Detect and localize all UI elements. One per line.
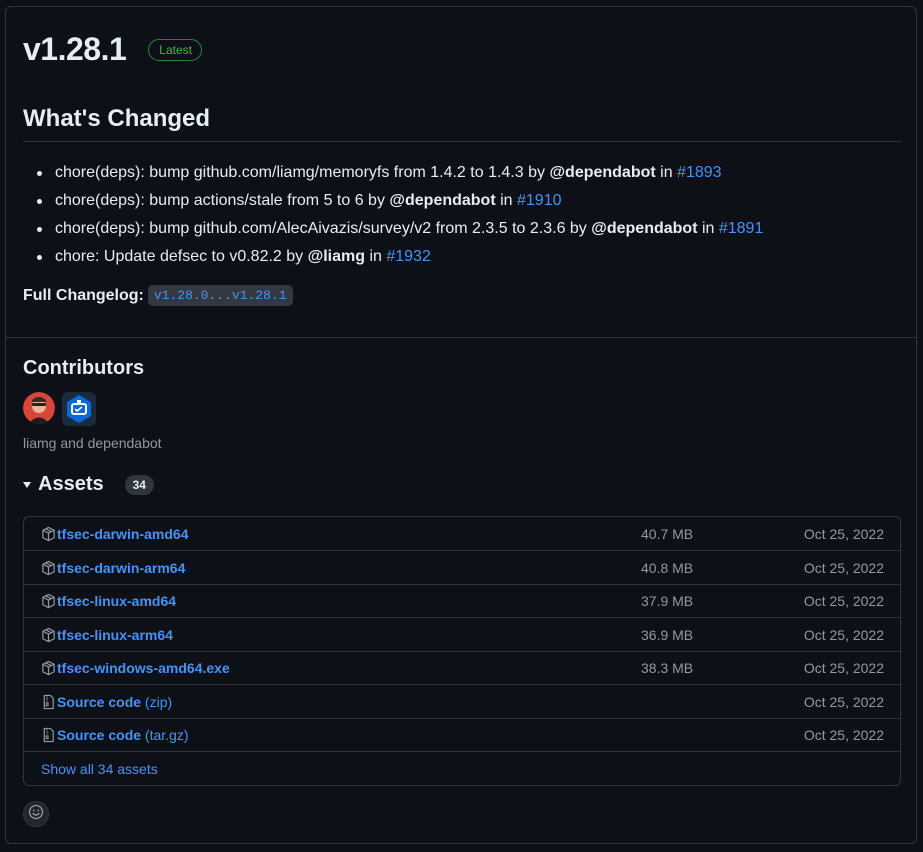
package-icon — [41, 526, 56, 542]
change-text: chore(deps): bump github.com/AlecAivazis… — [55, 220, 592, 237]
asset-date: Oct 25, 2022 — [803, 525, 884, 542]
author-mention[interactable]: @dependabot — [591, 220, 697, 237]
release-title[interactable]: v1.28.1 — [23, 31, 127, 68]
pr-link[interactable]: #1932 — [386, 248, 431, 265]
asset-link[interactable]: tfsec-linux-amd64 — [57, 593, 176, 609]
contributors-heading: Contributors — [23, 357, 145, 379]
asset-date: Oct 25, 2022 — [803, 726, 884, 743]
changelog-compare-link[interactable]: v1.28.0...v1.28.1 — [147, 285, 293, 306]
assets-list: tfsec-darwin-amd64 40.7 MB Oct 25, 2022 … — [23, 516, 901, 786]
change-in: in — [697, 220, 719, 237]
package-icon — [41, 660, 56, 676]
table-row: tfsec-darwin-amd64 40.7 MB Oct 25, 2022 — [24, 517, 900, 551]
avatar-dependabot[interactable] — [62, 392, 96, 426]
asset-link[interactable]: tfsec-linux-arm64 — [57, 627, 173, 643]
assets-count-badge: 34 — [124, 474, 154, 495]
table-row: tfsec-darwin-arm64 40.8 MB Oct 25, 2022 — [24, 551, 900, 585]
assets-toggle[interactable]: Assets 34 — [23, 473, 154, 496]
author-mention[interactable]: @liamg — [308, 248, 365, 265]
pr-link[interactable]: #1893 — [677, 164, 722, 181]
asset-link[interactable]: Source code (tar.gz) — [57, 727, 189, 743]
changes-list: chore(deps): bump github.com/liamg/memor… — [37, 159, 897, 271]
full-changelog: Full Changelog: v1.28.0...v1.28.1 — [23, 285, 293, 306]
release-header: v1.28.1 Latest — [23, 31, 202, 68]
asset-link[interactable]: tfsec-darwin-amd64 — [57, 526, 188, 542]
asset-size: 37.9 MB — [641, 592, 694, 609]
list-item: chore(deps): bump actions/stale from 5 t… — [37, 187, 897, 215]
author-mention[interactable]: @dependabot — [389, 192, 495, 209]
author-mention[interactable]: @dependabot — [549, 164, 655, 181]
whats-changed-heading: What's Changed — [23, 105, 901, 142]
assets-heading: Assets — [38, 473, 104, 495]
pr-link[interactable]: #1891 — [719, 220, 764, 237]
file-zip-icon — [41, 694, 56, 710]
package-icon — [41, 593, 56, 609]
list-item: chore: Update defsec to v0.82.2 by @liam… — [37, 243, 897, 271]
package-icon — [41, 627, 56, 643]
contributor-avatars — [23, 392, 96, 426]
asset-date: Oct 25, 2022 — [803, 559, 884, 576]
latest-badge: Latest — [148, 38, 202, 61]
asset-size: 38.3 MB — [641, 659, 694, 676]
table-row: tfsec-windows-amd64.exe 38.3 MB Oct 25, … — [24, 651, 900, 685]
pr-link[interactable]: #1910 — [517, 192, 562, 209]
package-icon — [41, 560, 56, 576]
change-in: in — [365, 248, 387, 265]
show-all-assets-link[interactable]: Show all 34 assets — [41, 761, 158, 777]
list-item: chore(deps): bump github.com/AlecAivazis… — [37, 215, 897, 243]
divider — [6, 337, 916, 338]
asset-date: Oct 25, 2022 — [803, 693, 884, 710]
add-reaction-button[interactable] — [23, 801, 49, 827]
asset-link[interactable]: Source code (zip) — [57, 694, 172, 710]
table-row: tfsec-linux-amd64 37.9 MB Oct 25, 2022 — [24, 584, 900, 618]
asset-size: 36.9 MB — [641, 626, 694, 643]
asset-size: 40.7 MB — [641, 525, 694, 542]
smiley-icon — [28, 804, 44, 825]
asset-date: Oct 25, 2022 — [803, 626, 884, 643]
asset-date: Oct 25, 2022 — [803, 659, 884, 676]
changelog-label: Full Changelog: — [23, 286, 144, 304]
asset-date: Oct 25, 2022 — [803, 592, 884, 609]
table-row: Source code (tar.gz) Oct 25, 2022 — [24, 718, 900, 752]
file-zip-icon — [41, 727, 56, 743]
asset-link[interactable]: tfsec-windows-amd64.exe — [57, 660, 230, 676]
change-text: chore(deps): bump github.com/liamg/memor… — [55, 164, 550, 181]
change-in: in — [495, 192, 517, 209]
contributor-names: liamg and dependabot — [23, 435, 162, 451]
table-row: Source code (zip) Oct 25, 2022 — [24, 685, 900, 719]
list-item: chore(deps): bump github.com/liamg/memor… — [37, 159, 897, 187]
change-in: in — [655, 164, 678, 181]
caret-down-icon — [23, 481, 31, 488]
table-row: tfsec-linux-arm64 36.9 MB Oct 25, 2022 — [24, 618, 900, 652]
change-text: chore(deps): bump actions/stale from 5 t… — [55, 192, 390, 209]
asset-size: 40.8 MB — [641, 559, 694, 576]
release-card: v1.28.1 Latest What's Changed chore(deps… — [5, 6, 917, 844]
avatar-liamg[interactable] — [23, 392, 55, 424]
asset-link[interactable]: tfsec-darwin-arm64 — [57, 560, 185, 576]
change-text: chore: Update defsec to v0.82.2 by — [55, 248, 308, 265]
